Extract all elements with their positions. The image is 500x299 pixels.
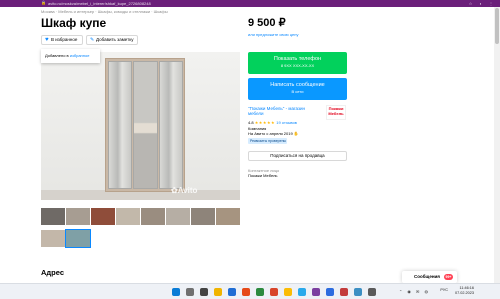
wardrobe-door-middle	[133, 61, 158, 189]
tooltip-favorites-link[interactable]: избранное	[70, 53, 90, 58]
favorites-label: В избранное	[51, 37, 78, 42]
show-phone-label: Показать телефон	[273, 56, 322, 62]
watermark-text: Avito	[177, 186, 198, 195]
add-note-button[interactable]: ✎ Добавить заметку	[86, 35, 138, 45]
file-explorer-icon[interactable]	[214, 288, 222, 296]
scrollbar-thumb[interactable]	[495, 8, 499, 44]
thumbnail[interactable]	[216, 208, 240, 225]
thumbnail[interactable]	[166, 208, 190, 225]
app-icon-4[interactable]	[368, 288, 376, 296]
photo-thumbnails	[41, 208, 241, 248]
favorites-tooltip: Добавлено в избранное	[41, 49, 100, 63]
heart-icon: ♥	[45, 37, 49, 43]
wardrobe-door-right	[159, 61, 183, 189]
tooltip-text: Добавлено в	[45, 53, 69, 58]
add-to-favorites-button[interactable]: ♥ В избранное	[41, 35, 83, 45]
seller-logo[interactable]: Покажи Мебель	[326, 105, 346, 120]
seller-name-link[interactable]: "Покажи Мебель" - магазин мебели	[248, 106, 318, 116]
chrome-icon[interactable]	[284, 288, 292, 296]
reviews-link[interactable]: 19 отзывов	[276, 120, 297, 125]
subscribe-seller-button[interactable]: Подписаться на продавца	[248, 151, 347, 161]
thumbnail[interactable]	[91, 208, 115, 225]
system-tray-icons[interactable]: ⌃ ◉ ✉ ◍	[399, 289, 430, 295]
note-icon: ✎	[90, 37, 95, 43]
app-icon-3[interactable]	[354, 288, 362, 296]
rating-stars-icon: ★★★★★	[254, 120, 276, 125]
wardrobe-door-left	[108, 61, 132, 189]
browser-extension-icons[interactable]: ☆ ◐ ⋮	[469, 1, 496, 6]
app-icon[interactable]	[270, 288, 278, 296]
viber-icon[interactable]	[312, 288, 320, 296]
address-bar[interactable]: 🔒 avito.ru/moskva/mebel_i_interer/shkaf_…	[0, 0, 500, 7]
note-label: Добавить заметку	[96, 37, 134, 42]
os-taskbar: ⌃ ◉ ✉ ◍ РУС 11:46:16 07.02.2023	[0, 283, 500, 299]
contact-person-name: Покажи Мебель	[248, 173, 278, 178]
clock-date: 07.02.2023	[454, 291, 474, 295]
breadcrumb[interactable]: Москва · Мебель и интерьер · Шкафы, комо…	[41, 9, 168, 14]
telegram-icon[interactable]	[298, 288, 306, 296]
verified-badge: Реквизиты проверены	[248, 138, 287, 144]
messages-widget[interactable]: Сообщения 99+	[402, 271, 457, 283]
write-message-button[interactable]: Написать сообщение В сети	[248, 78, 347, 100]
seller-rating: 4.8 ★★★★★ 19 отзывов	[248, 120, 297, 125]
price-value: 9 500 ₽	[248, 17, 286, 29]
task-view-icon[interactable]	[200, 288, 208, 296]
online-status: В сети	[291, 89, 304, 94]
messages-count-badge: 99+	[444, 274, 453, 280]
watermark-glyph-icon: ✿	[171, 186, 178, 195]
thumbnail[interactable]	[41, 208, 65, 225]
hand-icon: ✋	[293, 131, 299, 136]
excel-icon[interactable]	[256, 288, 264, 296]
price-offer-link[interactable]: или предложите свою цену	[248, 32, 298, 37]
edge-icon[interactable]	[228, 288, 236, 296]
taskbar-clock[interactable]: 11:46:16 07.02.2023	[455, 286, 474, 296]
seller-since-text: На Авито с апреля 2019	[248, 131, 293, 136]
main-photo[interactable]: ✿Avito	[41, 52, 240, 200]
thumbnail[interactable]	[141, 208, 165, 225]
masked-phone: 8 9ХХ ХХХ-ХХ-ХХ	[280, 63, 315, 68]
input-language[interactable]: РУС	[440, 288, 448, 293]
address-heading: Адрес	[41, 268, 65, 277]
thumbnail[interactable]	[116, 208, 140, 225]
word-icon[interactable]	[326, 288, 334, 296]
thumbnail[interactable]	[41, 230, 65, 247]
app-icon-2[interactable]	[340, 288, 348, 296]
wardrobe-image	[105, 58, 185, 192]
thumbnail[interactable]	[191, 208, 215, 225]
messages-label: Сообщения	[414, 274, 440, 279]
show-phone-button[interactable]: Показать телефон 8 9ХХ ХХХ-ХХ-ХХ	[248, 52, 347, 74]
write-message-label: Написать сообщение	[270, 82, 325, 88]
office-icon[interactable]	[242, 288, 250, 296]
windows-start-icon[interactable]	[172, 288, 180, 296]
url-text[interactable]: avito.ru/moskva/mebel_i_interer/shkaf_ku…	[48, 1, 151, 6]
thumbnail[interactable]	[66, 208, 90, 225]
thumbnail-selected[interactable]	[65, 229, 91, 248]
rating-value: 4.8	[248, 120, 254, 125]
seller-since: На Авито с апреля 2019 ✋	[248, 131, 299, 136]
page-title: Шкаф купе	[41, 16, 107, 30]
avito-watermark: ✿Avito	[171, 186, 197, 195]
lock-icon: 🔒	[41, 0, 46, 5]
search-icon[interactable]	[186, 288, 194, 296]
page-scrollbar[interactable]	[494, 7, 500, 283]
